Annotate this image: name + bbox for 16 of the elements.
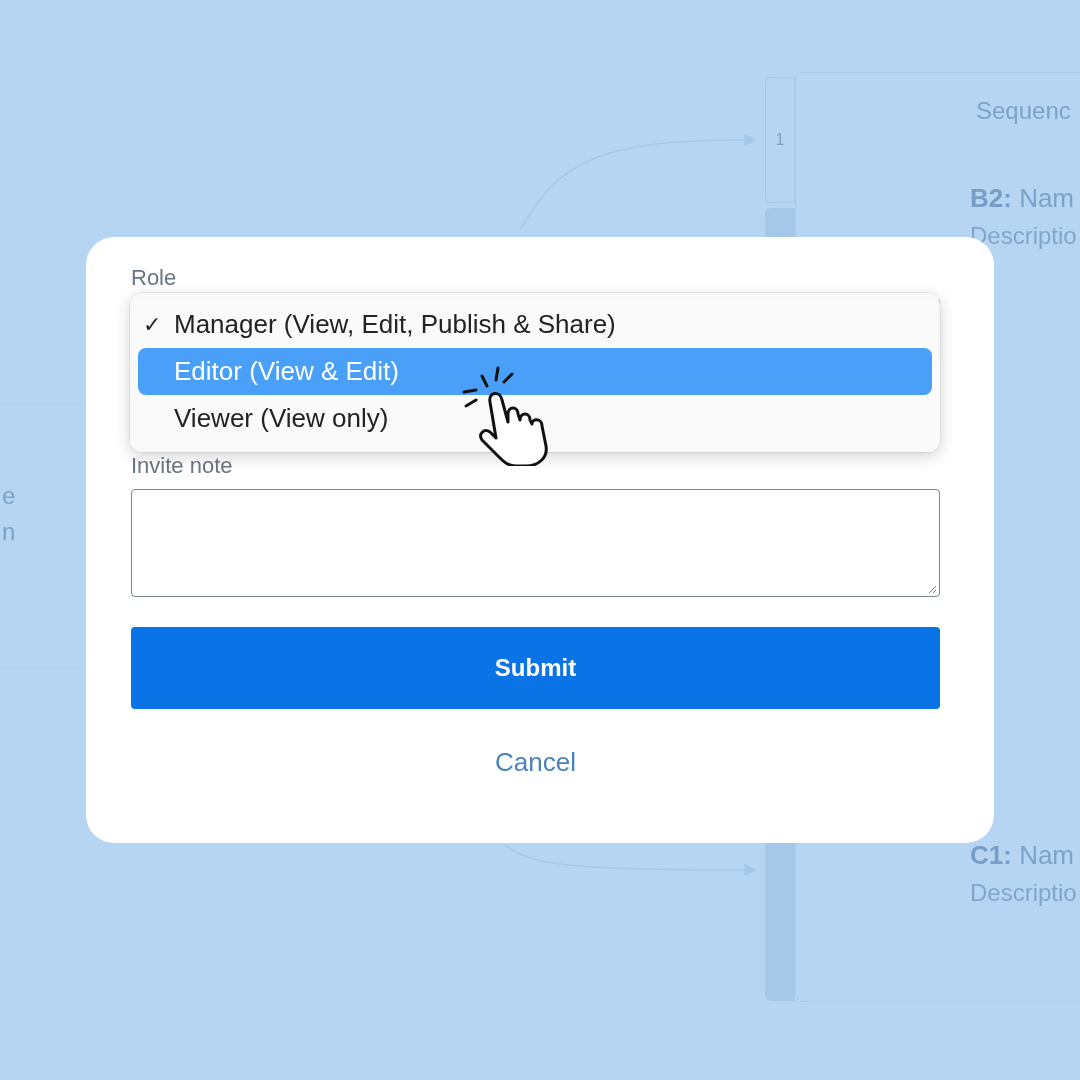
block-title: B2: Nam <box>970 183 1076 214</box>
check-mark: ✓ <box>142 311 162 338</box>
menu-option[interactable]: ✓ Manager (View, Edit, Publish & Share) <box>138 301 932 348</box>
card-title: Sequenc <box>976 97 1072 125</box>
menu-option[interactable]: Editor (View & Edit) <box>138 348 932 395</box>
resize-handle-icon[interactable] <box>927 584 937 594</box>
field-label: Invite note <box>131 452 234 480</box>
field-label: Role <box>131 264 178 292</box>
cancel-link[interactable]: Cancel <box>495 745 576 779</box>
input-field[interactable] <box>131 489 940 597</box>
faded-text: e <box>2 482 16 510</box>
menu-option[interactable]: Viewer (View only) <box>138 395 932 442</box>
faded-text: n <box>2 518 16 546</box>
step-number: 1 <box>775 131 785 149</box>
submit-button[interactable]: Submit <box>131 627 940 709</box>
block-title: C1: Nam <box>970 840 1076 871</box>
